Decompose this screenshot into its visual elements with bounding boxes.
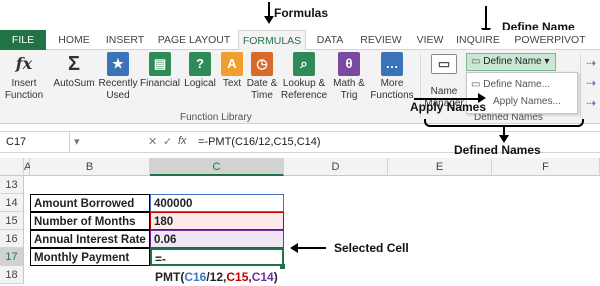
- row-header-16[interactable]: 16: [0, 230, 24, 248]
- theta-book-icon: θ: [338, 52, 360, 76]
- cell-b14[interactable]: Amount Borrowed: [30, 194, 150, 212]
- name-box[interactable]: C17: [0, 132, 70, 152]
- worksheet-grid: A B C D E F 13 14 15 16 17 18 Amount Bor…: [0, 158, 600, 284]
- column-header-f[interactable]: F: [492, 158, 600, 176]
- cell-c17[interactable]: =-PMT(C16/12,C15,C14): [150, 248, 284, 284]
- autosum-button[interactable]: Σ AutoSum: [52, 52, 96, 90]
- tab-insert[interactable]: INSERT: [100, 30, 150, 50]
- recently-used-button[interactable]: ★ Recently Used: [98, 52, 138, 102]
- tab-review[interactable]: REVIEW: [356, 30, 406, 50]
- sigma-icon: Σ: [67, 53, 80, 75]
- cell-c14[interactable]: 400000: [150, 194, 284, 212]
- row-header-14[interactable]: 14: [0, 194, 24, 212]
- more-book-icon: …: [381, 52, 403, 76]
- dropdown-item-apply-names[interactable]: Apply Names...: [493, 95, 561, 109]
- annotation-apply-names: Apply Names: [410, 100, 487, 114]
- name-tag-icon: ▭: [431, 54, 457, 74]
- financial-button[interactable]: ▤ Financial: [138, 52, 182, 90]
- clock-book-icon: ◷: [251, 52, 273, 76]
- date-time-button[interactable]: ◷ Date & Time: [246, 52, 278, 102]
- fx-icon: fx: [15, 54, 33, 73]
- cell-b16[interactable]: Annual Interest Rate: [30, 230, 150, 248]
- annotation-defined-names: Defined Names: [454, 143, 541, 157]
- trace-dependents-icon[interactable]: ⇢: [586, 76, 596, 90]
- fx-label[interactable]: fx: [178, 135, 187, 147]
- tab-inquire[interactable]: INQUIRE: [452, 30, 504, 50]
- column-header-e[interactable]: E: [388, 158, 492, 176]
- annotation-formulas: Formulas: [274, 6, 329, 20]
- row-header-15[interactable]: 15: [0, 212, 24, 230]
- more-functions-button[interactable]: … More Functions: [368, 52, 416, 102]
- enter-icon[interactable]: ✓: [163, 135, 172, 148]
- cancel-icon[interactable]: ✕: [148, 135, 157, 148]
- fill-handle[interactable]: [280, 264, 285, 269]
- defined-names-bracket: [424, 119, 584, 127]
- cell-b17[interactable]: Monthly Payment: [30, 248, 150, 266]
- tab-file[interactable]: FILE: [0, 30, 46, 50]
- cell-b15[interactable]: Number of Months: [30, 212, 150, 230]
- tab-page-layout[interactable]: PAGE LAYOUT: [154, 30, 234, 50]
- column-header-b[interactable]: B: [30, 158, 150, 176]
- insert-function-button[interactable]: fx Insert Function: [4, 52, 44, 102]
- math-trig-button[interactable]: θ Math & Trig: [332, 52, 366, 102]
- tag-icon: ▭: [471, 79, 484, 90]
- tab-data[interactable]: DATA: [310, 30, 350, 50]
- formula-input[interactable]: =-PMT(C16/12,C15,C14): [198, 132, 321, 152]
- tab-view[interactable]: VIEW: [412, 30, 448, 50]
- annotation-selected-cell: Selected Cell: [334, 241, 409, 255]
- tab-formulas[interactable]: FORMULAS: [238, 30, 306, 51]
- row-header-18[interactable]: 18: [0, 266, 24, 284]
- text-book-icon: A: [221, 52, 243, 76]
- logical-book-icon: ?: [189, 52, 211, 76]
- column-header-d[interactable]: D: [284, 158, 388, 176]
- logical-button[interactable]: ? Logical: [182, 52, 218, 90]
- select-all-corner[interactable]: [0, 158, 24, 176]
- ribbon-tabs: FILE HOME INSERT PAGE LAYOUT FORMULAS DA…: [0, 30, 600, 51]
- lookup-reference-button[interactable]: ⌕ Lookup & Reference: [280, 52, 328, 102]
- name-box-dropdown-icon[interactable]: ▾: [74, 135, 80, 148]
- function-library-label: Function Library: [180, 112, 252, 123]
- cell-c15[interactable]: 180: [150, 212, 284, 230]
- cell-c16[interactable]: 0.06: [150, 230, 284, 248]
- column-header-c[interactable]: C: [150, 158, 284, 176]
- chevron-down-icon: ▾: [541, 56, 550, 67]
- row-header-13[interactable]: 13: [0, 176, 24, 194]
- tag-icon: ▭: [471, 56, 484, 67]
- text-button[interactable]: A Text: [218, 52, 246, 90]
- financial-book-icon: ▤: [149, 52, 171, 76]
- search-book-icon: ⌕: [293, 52, 315, 76]
- trace-precedents-icon[interactable]: ⇢: [586, 56, 596, 70]
- star-book-icon: ★: [107, 52, 129, 76]
- tab-powerpivot[interactable]: POWERPIVOT: [510, 30, 590, 50]
- row-header-17[interactable]: 17: [0, 248, 24, 266]
- remove-arrows-icon[interactable]: ⇢: [586, 96, 596, 110]
- define-name-button[interactable]: ▭ Define Name ▾: [466, 53, 556, 71]
- tab-home[interactable]: HOME: [52, 30, 96, 50]
- dropdown-item-define-name[interactable]: ▭ Define Name...: [471, 78, 550, 92]
